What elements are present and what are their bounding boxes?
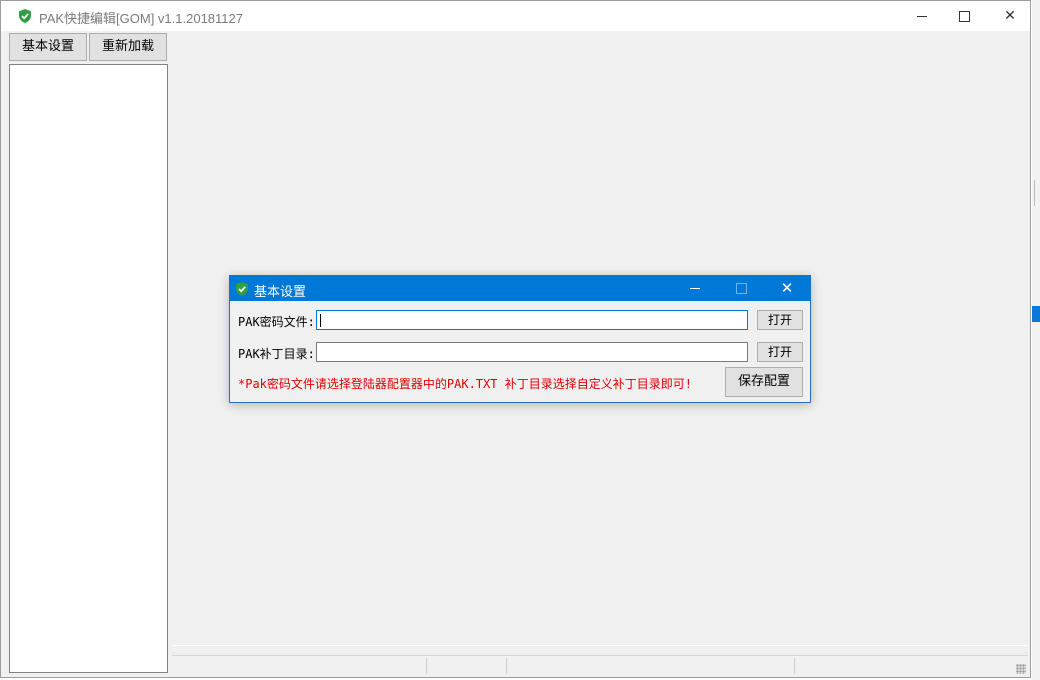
close-icon: ✕ xyxy=(1004,8,1016,24)
hint-text: *Pak密码文件请选择登陆器配置器中的PAK.TXT 补丁目录选择自定义补丁目录… xyxy=(238,377,692,391)
dialog-minimize-button[interactable] xyxy=(672,276,718,301)
pak-patch-dir-input[interactable] xyxy=(316,342,748,362)
close-button[interactable]: ✕ xyxy=(987,1,1033,31)
maximize-icon xyxy=(735,283,747,294)
status-divider xyxy=(506,658,507,674)
main-titlebar[interactable]: PAK快捷编辑[GOM] v1.1.20181127 ✕ xyxy=(1,1,1030,31)
basic-settings-dialog: 基本设置 ✕ PAK密码文件: 打开 PAK补丁目录: 打开 *Pak密码文件请… xyxy=(229,275,811,403)
background-window-line xyxy=(1034,180,1040,206)
dialog-maximize-button xyxy=(718,276,764,301)
pak-key-file-input[interactable] xyxy=(316,310,748,330)
background-window-highlight xyxy=(1032,306,1040,322)
resize-grip[interactable] xyxy=(1016,664,1026,674)
save-config-button[interactable]: 保存配置 xyxy=(725,367,803,397)
dialog-titlebar[interactable]: 基本设置 ✕ xyxy=(230,276,810,301)
text-caret xyxy=(320,314,321,327)
pak-key-file-label: PAK密码文件: xyxy=(238,315,315,329)
status-bar xyxy=(172,655,1028,676)
status-divider xyxy=(426,658,427,674)
basic-settings-button[interactable]: 基本设置 xyxy=(9,33,87,61)
dialog-title: 基本设置 xyxy=(254,285,307,300)
background-window-edge xyxy=(1032,0,1040,680)
open-patch-dir-button[interactable]: 打开 xyxy=(757,342,803,362)
pak-patch-dir-label: PAK补丁目录: xyxy=(238,347,315,361)
status-separator xyxy=(172,645,1028,646)
shield-check-icon xyxy=(19,9,31,23)
minimize-icon xyxy=(690,288,700,289)
minimize-button[interactable] xyxy=(899,1,945,31)
window-title: PAK快捷编辑[GOM] v1.1.20181127 xyxy=(39,11,243,26)
dialog-close-button[interactable]: ✕ xyxy=(764,276,810,301)
open-key-file-button[interactable]: 打开 xyxy=(757,310,803,330)
close-icon: ✕ xyxy=(780,279,794,297)
maximize-button[interactable] xyxy=(941,1,987,31)
reload-button[interactable]: 重新加载 xyxy=(89,33,167,61)
maximize-icon xyxy=(958,10,970,22)
minimize-icon xyxy=(917,15,927,17)
status-divider xyxy=(794,658,795,674)
shield-check-icon xyxy=(236,282,248,296)
file-list-panel[interactable] xyxy=(9,64,168,673)
